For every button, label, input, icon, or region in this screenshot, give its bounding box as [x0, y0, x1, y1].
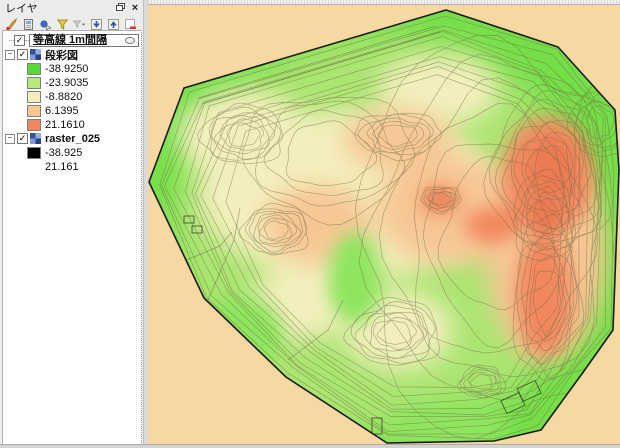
layer-tree: ✓ 等高線 1m間隔 − ✓ 段彩図 -38.9250 -23.9035 -8.8820 6.1… — [2, 30, 142, 445]
legend-item-row[interactable]: -38.9250 — [3, 62, 141, 75]
layer-name: raster_025 — [45, 132, 101, 145]
filter-map-content-icon — [39, 19, 52, 31]
filter-expression-icon — [72, 20, 86, 28]
panel-title: レイヤ — [5, 2, 38, 15]
legend-value: 6.1395 — [45, 104, 79, 117]
expand-all-button[interactable] — [89, 18, 103, 31]
map-canvas[interactable] — [148, 0, 620, 446]
layer-styling-button[interactable] — [4, 17, 18, 31]
float-panel-button[interactable] — [116, 3, 126, 12]
legend-value: 21.1610 — [45, 118, 85, 131]
layer-row-raster025[interactable]: − ✓ raster_025 — [3, 132, 141, 145]
legend-color-swatch — [27, 146, 41, 159]
float-window-icon — [116, 3, 125, 11]
legend-color-swatch — [27, 76, 41, 89]
layer-name-box[interactable]: 等高線 1m間隔 — [29, 34, 139, 47]
legend-color-swatch — [27, 62, 41, 75]
window-bottom-edge — [0, 444, 620, 448]
raster-icon — [30, 133, 41, 144]
collapse-expander[interactable]: − — [5, 49, 15, 60]
layer-row-contour[interactable]: ✓ 等高線 1m間隔 — [3, 34, 141, 47]
qgis-window: レイヤ × ✓ 等高線 1m間隔 − ✓ 段彩図 -38.9250 -23.9035 -8.8… — [0, 0, 620, 448]
raster-icon — [30, 49, 41, 60]
filter-legend-button[interactable] — [55, 18, 69, 31]
legend-value: -38.9250 — [45, 62, 89, 75]
manage-themes-button[interactable] — [21, 18, 35, 31]
remove-layer-button[interactable] — [123, 18, 137, 31]
layer-row-hypsometric[interactable]: − ✓ 段彩図 — [3, 48, 141, 62]
legend-item-row[interactable]: -23.9035 — [3, 76, 141, 89]
layer-name: 段彩図 — [45, 49, 78, 62]
map-themes-icon — [23, 18, 33, 30]
legend-color-swatch — [27, 104, 41, 117]
line-symbol-ellipse — [125, 37, 135, 44]
legend-color-swatch — [27, 90, 41, 103]
legend-item-row[interactable]: 21.161 — [3, 160, 141, 173]
layer-checkbox[interactable]: ✓ — [14, 35, 25, 46]
expand-all-icon — [90, 18, 102, 30]
legend-value: -38.925 — [45, 146, 83, 159]
close-panel-button[interactable]: × — [130, 2, 140, 13]
layers-panel-titlebar: レイヤ × — [0, 0, 143, 15]
legend-item-row[interactable]: 6.1395 — [3, 104, 141, 117]
collapse-all-button[interactable] — [106, 18, 120, 31]
layer-checkbox[interactable]: ✓ — [17, 133, 28, 144]
filter-map-content-button[interactable] — [38, 18, 52, 31]
filter-expression-button[interactable] — [72, 18, 86, 31]
paintbrush-icon — [5, 17, 17, 30]
collapse-expander[interactable]: − — [5, 133, 15, 144]
legend-item-row[interactable]: -38.925 — [3, 146, 141, 159]
legend-color-swatch — [27, 118, 41, 131]
layers-panel: レイヤ × ✓ 等高線 1m間隔 − ✓ 段彩図 -38.9250 -23.9035 -8.8… — [0, 0, 143, 445]
terrain-map-svg — [148, 5, 620, 446]
filter-icon — [56, 19, 68, 30]
remove-layer-icon — [124, 18, 136, 29]
raster-icon — [30, 133, 41, 144]
collapse-all-icon — [107, 18, 119, 30]
legend-item-row[interactable]: -8.8820 — [3, 90, 141, 103]
legend-item-row[interactable]: 21.1610 — [3, 118, 141, 131]
legend-color-swatch — [27, 160, 41, 173]
raster-icon — [30, 49, 41, 60]
layer-name-contour: 等高線 1m間隔 — [33, 34, 107, 46]
legend-value: -8.8820 — [45, 90, 83, 103]
legend-value: -23.9035 — [45, 76, 89, 89]
legend-value: 21.161 — [45, 160, 79, 173]
layer-checkbox[interactable]: ✓ — [17, 49, 28, 60]
